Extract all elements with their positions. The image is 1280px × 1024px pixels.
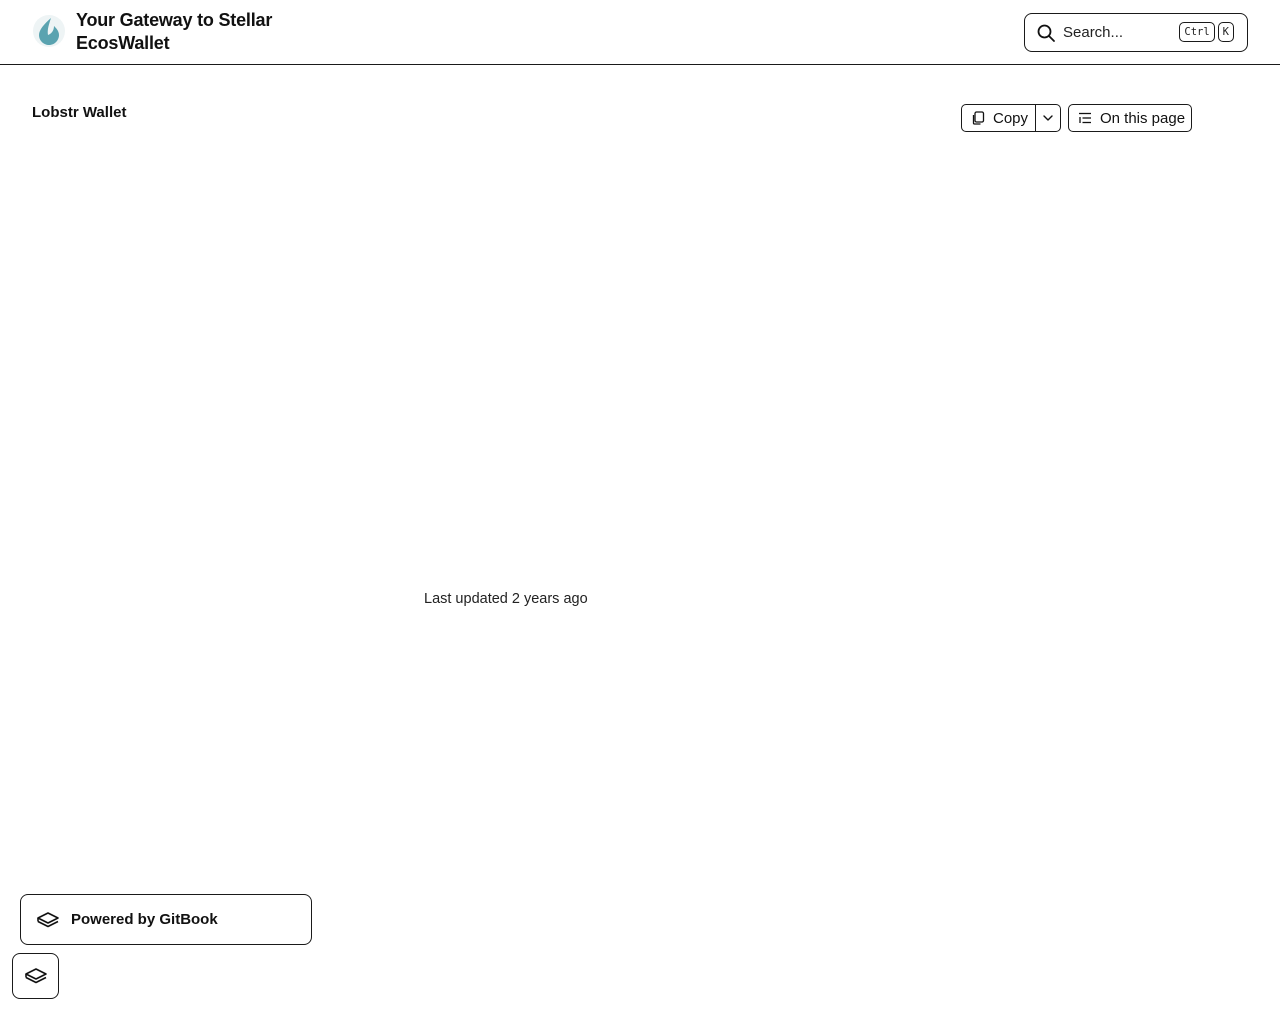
gitbook-icon (37, 911, 59, 927)
chevron-down-icon (1043, 115, 1053, 121)
shortcut-key-k: K (1217, 22, 1234, 42)
copy-label: Copy (993, 109, 1029, 127)
copy-icon (972, 111, 985, 125)
shortcut-key-ctrl: Ctrl (1179, 22, 1215, 42)
gitbook-button[interactable] (12, 953, 59, 999)
page-title: Lobstr Wallet (32, 104, 127, 121)
copy-dropdown-button[interactable] (1036, 104, 1061, 132)
site-title[interactable]: Your Gateway to Stellar EcosWallet (76, 9, 272, 55)
copy-button-group: Copy (961, 104, 1061, 132)
copy-button[interactable]: Copy (961, 104, 1036, 132)
on-this-page-label: On this page (1100, 109, 1186, 127)
list-icon (1079, 112, 1091, 124)
search-shortcut: Ctrl K (1179, 22, 1234, 42)
search-placeholder: Search... (1063, 24, 1124, 41)
last-updated-text: Last updated 2 years ago (424, 591, 588, 607)
on-this-page-button[interactable]: On this page (1068, 104, 1192, 132)
site-header: Your Gateway to Stellar EcosWallet Searc… (0, 0, 1280, 65)
search-icon (1037, 24, 1055, 42)
gitbook-icon (24, 968, 47, 984)
powered-by-label: Powered by GitBook (71, 911, 218, 928)
site-title-line1: Your Gateway to Stellar (76, 10, 273, 30)
powered-by-gitbook-link[interactable]: Powered by GitBook (20, 894, 312, 945)
droplet-logo-icon[interactable] (32, 14, 66, 48)
site-title-line2: EcosWallet (76, 33, 170, 53)
search-input[interactable]: Search... Ctrl K (1024, 13, 1248, 52)
